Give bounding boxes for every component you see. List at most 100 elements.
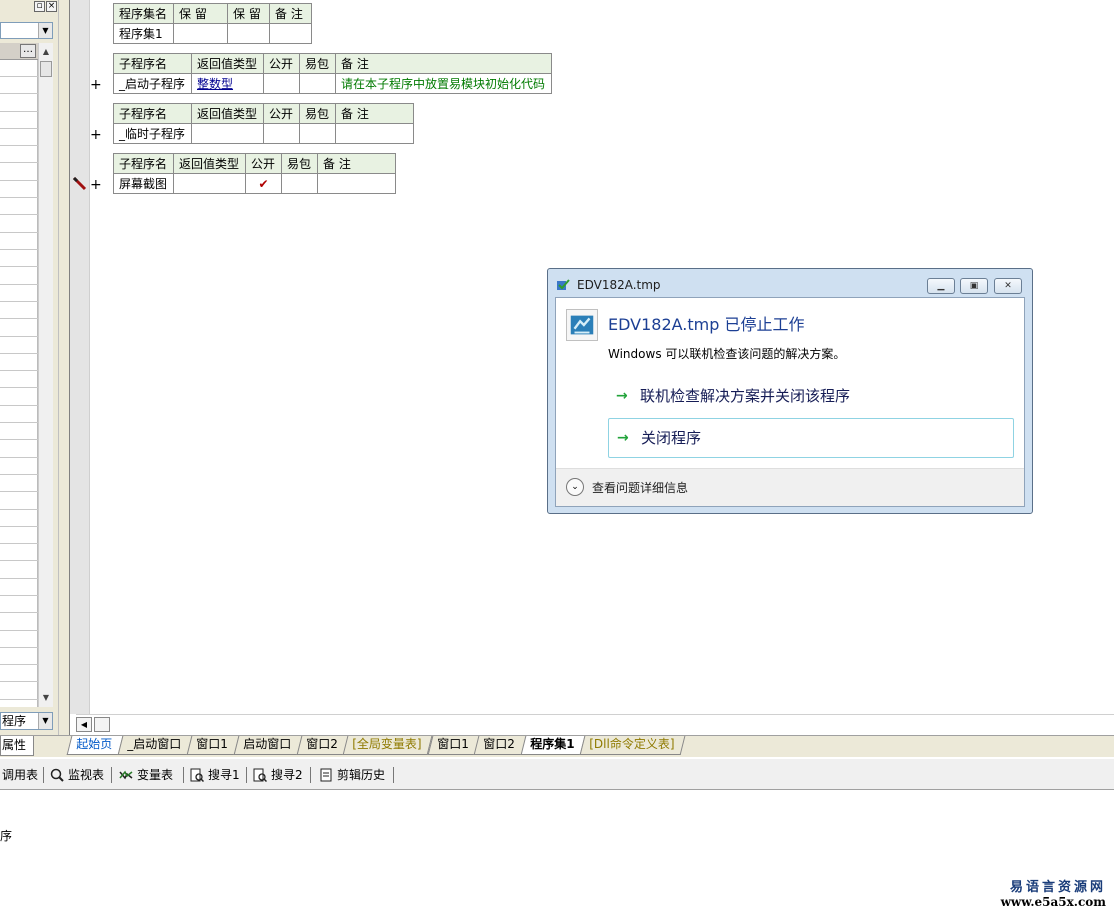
property-row-line <box>0 630 38 631</box>
search-document-icon <box>190 768 204 782</box>
public-cell[interactable] <box>263 123 300 144</box>
document-tab[interactable]: 起始页 <box>66 736 124 755</box>
close-button[interactable]: ✕ <box>994 278 1022 294</box>
object-selector-combo[interactable]: ▼ <box>0 22 53 39</box>
search1-button[interactable]: 搜寻1 <box>190 766 240 784</box>
clip-history-label: 剪辑历史 <box>337 768 386 782</box>
var-table-button[interactable]: 变量表 <box>119 766 173 784</box>
ellipsis-button[interactable]: … <box>20 44 36 58</box>
header-cell: 子程序名 <box>113 103 192 124</box>
call-table-label: 调用表 <box>2 768 39 782</box>
property-row-line <box>0 509 38 510</box>
scroll-down-icon[interactable]: ▼ <box>39 691 53 705</box>
property-row-line <box>0 145 38 146</box>
expand-icon[interactable]: + <box>90 178 102 192</box>
subroutine-name-cell[interactable]: 屏幕截图 <box>113 173 174 194</box>
property-row-line <box>0 111 38 112</box>
maximize-button[interactable]: ▣ <box>960 278 988 294</box>
subroutine-table-3[interactable]: 子程序名 返回值类型 公开 易包 备 注 屏幕截图 ✔ <box>113 153 396 194</box>
header-cell: 返回值类型 <box>191 103 264 124</box>
epkg-cell[interactable] <box>299 73 336 94</box>
remark-cell[interactable] <box>335 123 414 144</box>
return-type-cell[interactable]: 整数型 <box>191 73 264 94</box>
toolbar-separator <box>310 767 311 783</box>
return-type-cell[interactable] <box>173 173 246 194</box>
search-document-icon <box>253 768 267 782</box>
search1-label: 搜寻1 <box>208 768 240 782</box>
property-row-line <box>0 214 38 215</box>
expand-icon[interactable]: + <box>90 128 102 142</box>
search2-button[interactable]: 搜寻2 <box>253 766 303 784</box>
chevron-down-icon[interactable]: ▼ <box>38 23 52 38</box>
variable-icon <box>119 770 133 780</box>
scroll-left-icon[interactable]: ◀ <box>76 717 92 732</box>
close-program-command[interactable]: → 关闭程序 <box>608 418 1014 458</box>
property-row-line <box>0 128 38 129</box>
minimize-button[interactable]: ▁ <box>927 278 955 294</box>
watch-table-button[interactable]: 监视表 <box>50 766 104 784</box>
table-cell[interactable] <box>269 23 312 44</box>
check-online-command[interactable]: → 联机检查解决方案并关闭该程序 <box>608 377 1014 417</box>
header-cell: 子程序名 <box>113 53 192 74</box>
document-tab[interactable]: 窗口2 <box>473 736 527 755</box>
panel-close-icon[interactable]: × <box>46 1 57 12</box>
document-tab[interactable]: 程序集1 <box>520 736 586 755</box>
table-cell[interactable] <box>227 23 270 44</box>
public-cell[interactable] <box>263 73 300 94</box>
expand-icon[interactable]: + <box>90 78 102 92</box>
document-tab[interactable]: 窗口1 <box>427 736 480 755</box>
document-tab[interactable]: 窗口2 <box>296 736 349 755</box>
search2-label: 搜寻2 <box>271 768 303 782</box>
event-selector-combo[interactable]: 程序 ▼ <box>0 712 53 730</box>
toolbar-separator <box>393 767 394 783</box>
chevron-down-icon[interactable]: ▼ <box>38 713 52 729</box>
remark-cell[interactable]: 请在本子程序中放置易模块初始化代码 <box>335 73 552 94</box>
subroutine-table-2[interactable]: 子程序名 返回值类型 公开 易包 备 注 _临时子程序 <box>113 103 414 144</box>
document-tab[interactable]: 启动窗口 <box>233 736 303 755</box>
subroutine-table-1[interactable]: 子程序名 返回值类型 公开 易包 备 注 _启动子程序 整数型 请在本子程序中放… <box>113 53 552 94</box>
header-cell: 公开 <box>263 103 300 124</box>
property-row-line <box>0 370 38 371</box>
scroll-up-icon[interactable]: ▲ <box>39 45 53 59</box>
remark-cell[interactable] <box>317 173 396 194</box>
subroutine-name-cell[interactable]: _临时子程序 <box>113 123 192 144</box>
scroll-thumb[interactable] <box>94 717 110 732</box>
property-row-line <box>0 491 38 492</box>
chevron-down-icon[interactable]: ⌄ <box>566 478 584 496</box>
table-cell[interactable] <box>173 23 228 44</box>
property-row-line <box>0 197 38 198</box>
output-pane[interactable]: 序 易语言资源网 www.e5a5x.com <box>0 791 1114 915</box>
call-table-button[interactable]: 调用表 <box>2 766 38 784</box>
document-tab-label: 窗口2 <box>483 737 516 751</box>
property-row-line <box>0 162 38 163</box>
check-online-label: 联机检查解决方案并关闭该程序 <box>640 387 851 405</box>
property-row-line <box>0 76 38 77</box>
clip-history-button[interactable]: 剪辑历史 <box>319 766 385 784</box>
document-tab[interactable]: 窗口1 <box>186 736 240 755</box>
document-tab[interactable]: [Dll命令定义表] <box>579 736 686 755</box>
header-cell: 返回值类型 <box>173 153 246 174</box>
assembly-name-cell[interactable]: 程序集1 <box>113 23 174 44</box>
dialog-title: EDV182A.tmp <box>577 278 661 292</box>
document-tab[interactable]: [全局变量表] <box>342 736 434 755</box>
subroutine-name-cell[interactable]: _启动子程序 <box>113 73 192 94</box>
document-tab[interactable]: _启动窗口 <box>117 736 193 755</box>
return-type-cell[interactable] <box>191 123 264 144</box>
properties-tab[interactable]: 属性 <box>0 736 34 756</box>
property-grid[interactable] <box>0 43 38 707</box>
dialog-heading: EDV182A.tmp 已停止工作 <box>608 315 805 334</box>
document-tab-label: 窗口2 <box>305 737 338 751</box>
property-row-line <box>0 526 38 527</box>
panel-restore-icon[interactable]: ▫ <box>34 1 45 12</box>
scroll-thumb[interactable] <box>40 61 52 77</box>
header-cell: 保 留 <box>227 3 270 24</box>
header-cell: 易包 <box>299 103 336 124</box>
property-vertical-scrollbar[interactable]: ▲ ▼ <box>38 43 53 707</box>
panel-splitter[interactable] <box>58 0 70 735</box>
epkg-cell[interactable] <box>299 123 336 144</box>
epkg-cell[interactable] <box>281 173 318 194</box>
public-checkmark-icon[interactable]: ✔ <box>245 173 282 194</box>
assembly-table[interactable]: 程序集名 保 留 保 留 备 注 程序集1 <box>113 3 312 44</box>
view-details-link[interactable]: 查看问题详细信息 <box>592 479 688 496</box>
editor-horizontal-scrollbar[interactable]: ◀ <box>76 714 1114 733</box>
